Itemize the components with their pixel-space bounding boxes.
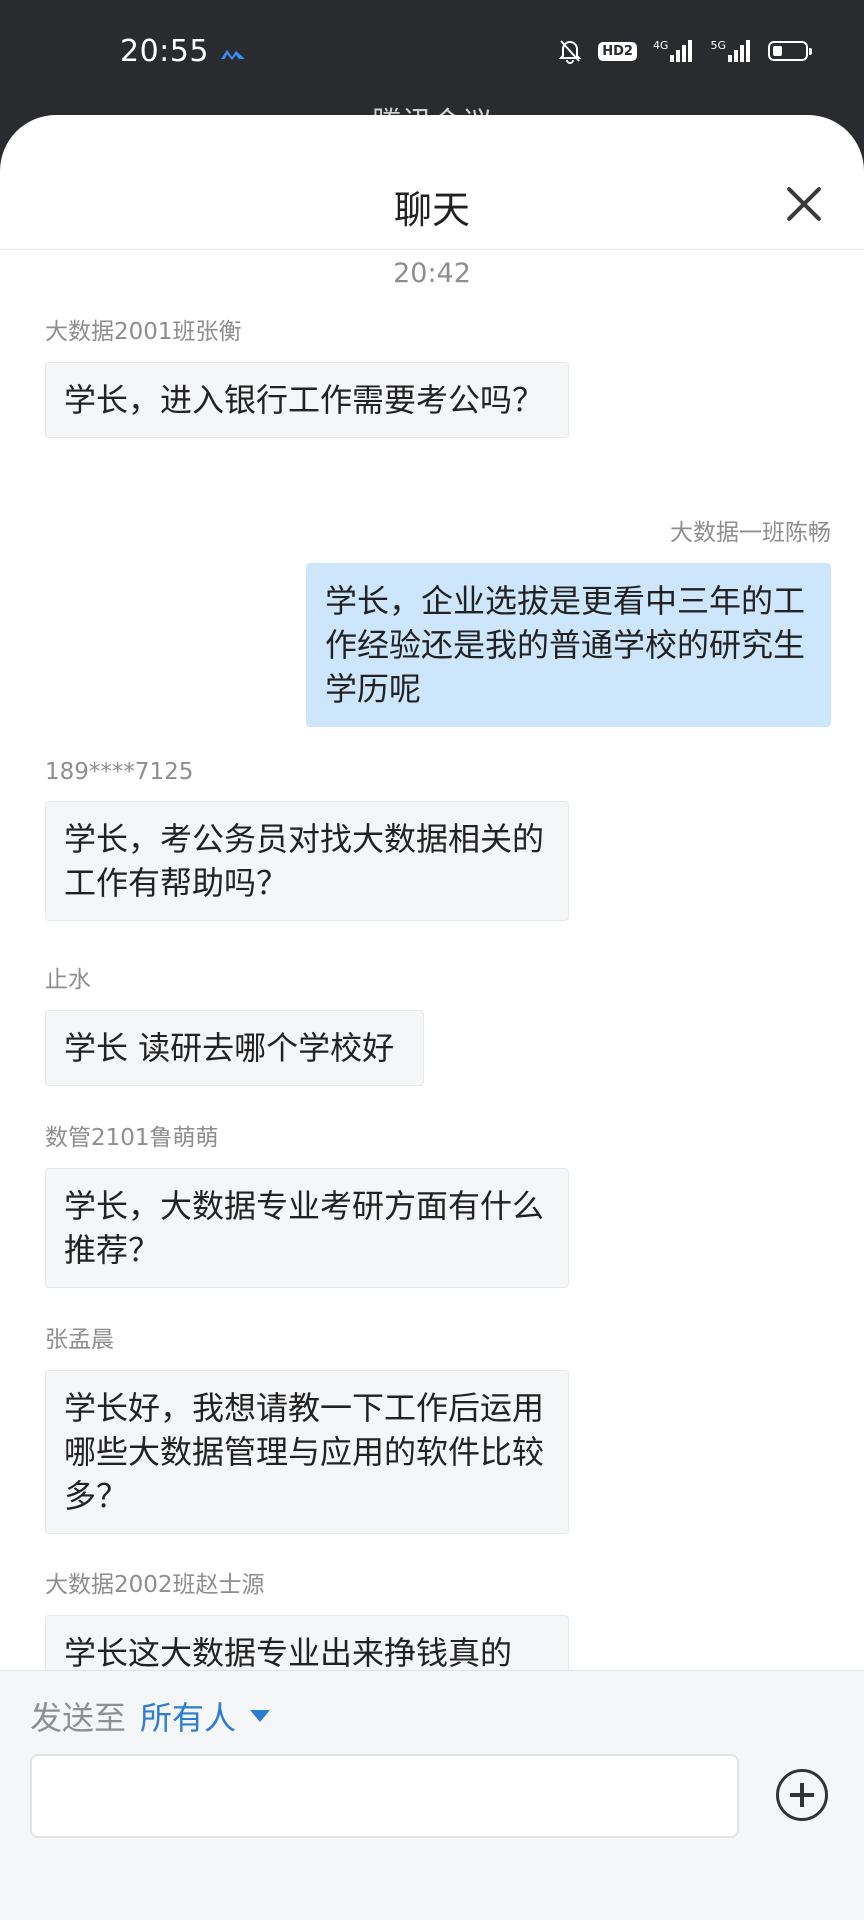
- battery-fill: [773, 46, 782, 56]
- send-to-selector: 发送至 所有人: [30, 1693, 271, 1739]
- battery-icon: [768, 41, 812, 61]
- signal-5g-icon: 5G: [710, 40, 752, 62]
- message-bubble[interactable]: 学长好，我想请教一下工作后运用哪些大数据管理与应用的软件比较多？: [45, 1370, 569, 1534]
- chat-timestamp: 20:42: [393, 258, 471, 289]
- chat-message: 189****7125 学长，考公务员对找大数据相关的工作有帮助吗？: [45, 759, 569, 921]
- status-time: 20:55: [120, 34, 209, 69]
- panel-title: 聊天: [393, 188, 470, 232]
- chat-message: 止水 学长 读研去哪个学校好: [45, 960, 424, 1086]
- signal-4g-icon: 4G: [653, 40, 695, 62]
- status-bar: 20:55 HD2 4G 5G 腾讯会议: [0, 0, 864, 141]
- message-sender: 大数据一班陈畅: [670, 520, 831, 546]
- recipient-value: 所有人: [140, 1699, 237, 1737]
- chat-message-list[interactable]: 20:42 大数据2001班张衡 学长，进入银行工作需要考公吗？ 大数据一班陈畅…: [0, 250, 864, 1670]
- bell-muted-icon: [558, 38, 582, 64]
- chat-message: 大数据2001班张衡 学长，进入银行工作需要考公吗？: [45, 312, 569, 438]
- chat-message: 张孟晨 学长好，我想请教一下工作后运用哪些大数据管理与应用的软件比较多？: [45, 1320, 569, 1534]
- status-icons: HD2 4G 5G: [558, 38, 812, 64]
- chat-message: 数管2101鲁萌萌 学长，大数据专业考研方面有什么推荐？: [45, 1118, 569, 1288]
- message-sender: 张孟晨: [45, 1327, 114, 1353]
- message-input[interactable]: [30, 1754, 739, 1838]
- message-bubble[interactable]: 学长，大数据专业考研方面有什么推荐？: [45, 1168, 569, 1288]
- message-bubble[interactable]: 学长，进入银行工作需要考公吗？: [45, 362, 569, 438]
- signal-5g-label: 5G: [710, 39, 726, 52]
- close-icon[interactable]: [784, 185, 824, 225]
- message-bubble[interactable]: 学长，企业选拔是更看中三年的工作经验还是我的普通学校的研究生学历呢: [306, 563, 831, 727]
- signal-4g-label: 4G: [652, 39, 669, 52]
- caret-down-icon: [250, 1710, 271, 1722]
- chat-message: 大数据2002班赵士源 学长这大数据专业出来挣钱真的: [45, 1565, 569, 1670]
- message-sender: 止水: [45, 967, 91, 993]
- chat-panel-header: 聊天: [0, 115, 864, 250]
- plus-circle-icon[interactable]: [776, 1769, 828, 1821]
- recipient-dropdown[interactable]: 所有人: [140, 1693, 271, 1739]
- message-sender: 大数据2001班张衡: [45, 319, 242, 345]
- message-bubble[interactable]: 学长 读研去哪个学校好: [45, 1010, 424, 1086]
- chat-input-area: 发送至 所有人: [0, 1670, 864, 1920]
- message-bubble[interactable]: 学长，考公务员对找大数据相关的工作有帮助吗？: [45, 801, 569, 921]
- message-sender: 189****7125: [45, 759, 194, 785]
- hd-voice-icon: HD2: [598, 41, 637, 61]
- tencent-meeting-icon: [221, 50, 245, 60]
- chat-message-self: 大数据一班陈畅 学长，企业选拔是更看中三年的工作经验还是我的普通学校的研究生学历…: [306, 513, 831, 727]
- send-to-label: 发送至: [30, 1699, 127, 1737]
- message-sender: 数管2101鲁萌萌: [45, 1125, 219, 1151]
- chat-panel: 聊天 20:42 大数据2001班张衡 学长，进入银行工作需要考公吗？ 大数据一…: [0, 115, 864, 1920]
- message-bubble[interactable]: 学长这大数据专业出来挣钱真的: [45, 1615, 569, 1670]
- message-sender: 大数据2002班赵士源: [45, 1572, 265, 1598]
